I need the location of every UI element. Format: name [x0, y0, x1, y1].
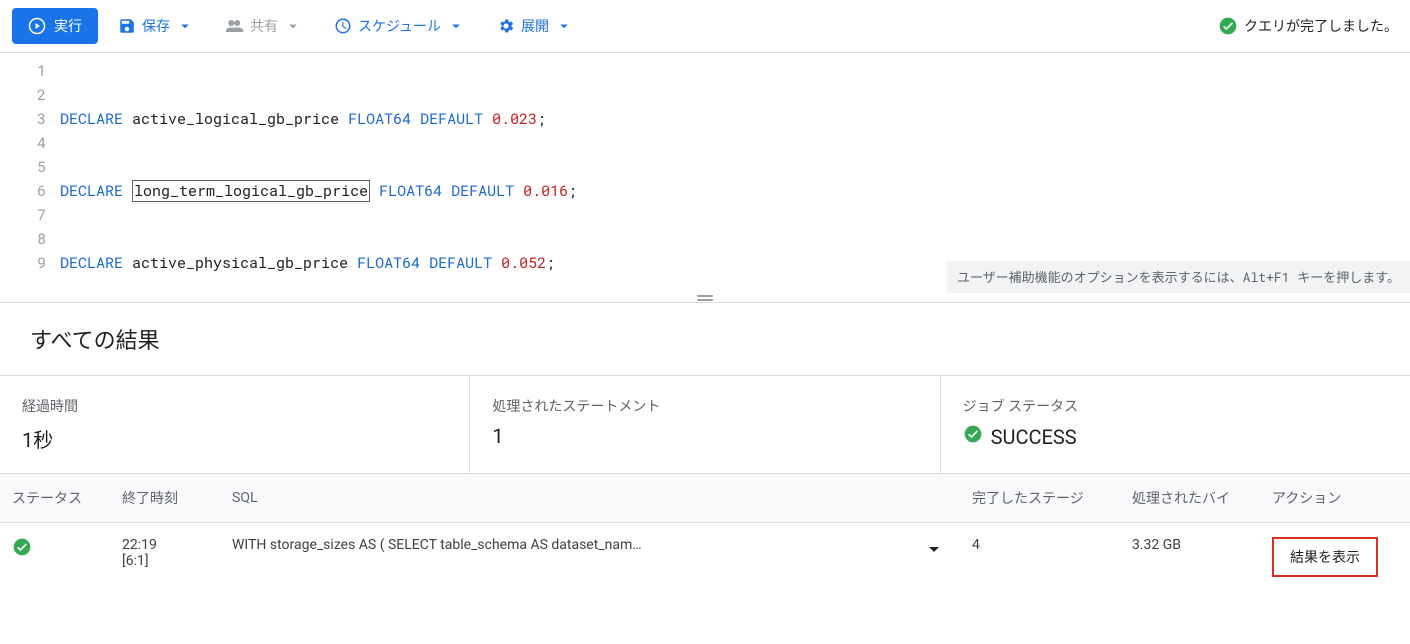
- table-row: 22:19 [6:1] WITH storage_sizes AS ( SELE…: [0, 523, 1410, 592]
- col-bytes: 処理されたバイ: [1120, 474, 1260, 523]
- deploy-button[interactable]: 展開: [485, 8, 585, 44]
- chevron-down-icon[interactable]: [922, 537, 946, 561]
- view-results-button[interactable]: 結果を表示: [1272, 537, 1378, 577]
- stat-statements: 処理されたステートメント 1: [469, 376, 939, 473]
- col-end-time: 終了時刻: [110, 474, 220, 523]
- save-button[interactable]: 保存: [106, 8, 206, 44]
- col-sql: SQL: [220, 474, 910, 523]
- save-label: 保存: [142, 16, 170, 36]
- accessibility-hint: ユーザー補助機能のオプションを表示するには、Alt+F1 キーを押します。: [947, 261, 1410, 293]
- clock-icon: [334, 17, 352, 35]
- col-action: アクション: [1260, 474, 1410, 523]
- stat-elapsed: 経過時間 1秒: [0, 376, 469, 473]
- stat-job-status: ジョブ ステータス SUCCESS: [940, 376, 1410, 473]
- query-status-text: クエリが完了しました。: [1244, 16, 1398, 36]
- run-label: 実行: [54, 16, 82, 36]
- deploy-label: 展開: [521, 16, 549, 36]
- results-title: すべての結果: [0, 303, 1410, 375]
- play-icon: [28, 17, 46, 35]
- check-circle-icon: [1218, 16, 1238, 36]
- share-button[interactable]: 共有: [214, 8, 314, 44]
- sql-preview: WITH storage_sizes AS ( SELECT table_sch…: [220, 523, 910, 592]
- run-button[interactable]: 実行: [12, 8, 98, 44]
- schedule-label: スケジュール: [358, 16, 441, 36]
- toolbar: 実行 保存 共有 スケジュール 展開 クエリが完了しました。: [0, 0, 1410, 53]
- stages-value: 4: [960, 523, 1120, 592]
- check-circle-icon: [12, 545, 32, 561]
- col-stages: 完了したステージ: [960, 474, 1120, 523]
- bytes-value: 3.32 GB: [1120, 523, 1260, 592]
- caret-down-icon: [176, 17, 194, 35]
- cursor-pos: [6:1]: [122, 553, 208, 569]
- gear-icon: [497, 17, 515, 35]
- results-table: ステータス 終了時刻 SQL 完了したステージ 処理されたバイ アクション 22…: [0, 474, 1410, 591]
- share-label: 共有: [250, 16, 278, 36]
- drag-icon: [693, 294, 717, 302]
- line-gutter: 123456789: [0, 53, 60, 293]
- check-circle-icon: [963, 424, 983, 449]
- end-time: 22:19: [122, 537, 208, 553]
- resize-handle[interactable]: [0, 293, 1410, 303]
- caret-down-icon: [284, 17, 302, 35]
- code-area[interactable]: DECLARE active_logical_gb_price FLOAT64 …: [60, 53, 1410, 293]
- query-status: クエリが完了しました。: [1218, 16, 1398, 36]
- col-status: ステータス: [0, 474, 110, 523]
- sql-editor[interactable]: 123456789 DECLARE active_logical_gb_pric…: [0, 53, 1410, 293]
- caret-down-icon: [555, 17, 573, 35]
- stats-row: 経過時間 1秒 処理されたステートメント 1 ジョブ ステータス SUCCESS: [0, 375, 1410, 474]
- schedule-button[interactable]: スケジュール: [322, 8, 477, 44]
- save-icon: [118, 17, 136, 35]
- share-icon: [226, 17, 244, 35]
- caret-down-icon: [447, 17, 465, 35]
